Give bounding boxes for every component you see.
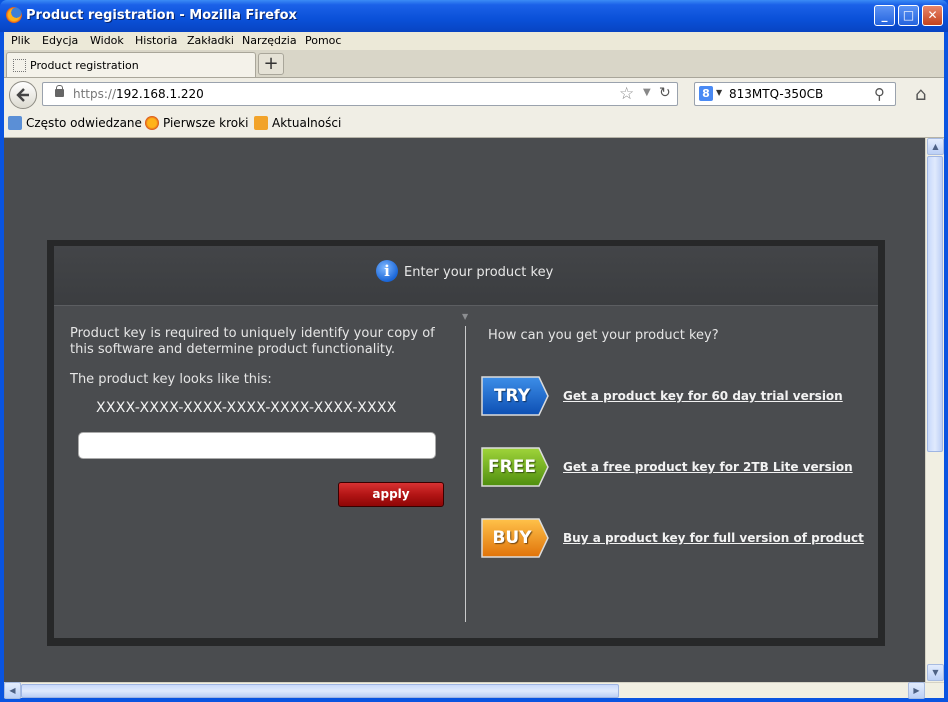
google-engine-icon[interactable]: 8 (699, 86, 713, 101)
bookmark-aktualnosci[interactable]: Aktualności (254, 116, 341, 130)
option-free: FREE Get a free product key for 2TB Lite… (481, 447, 881, 487)
registration-panel-body: i Enter your product key ▼ Product key i… (54, 246, 878, 638)
menu-bar: Plik Edycja Widok Historia Zakładki Narz… (4, 32, 944, 50)
scroll-left-icon[interactable]: ◀ (4, 682, 21, 699)
horizontal-scrollbar[interactable]: ◀ ▶ (4, 682, 944, 699)
browser-client: Plik Edycja Widok Historia Zakładki Narz… (4, 32, 944, 699)
try-badge-label: TRY (493, 386, 531, 406)
vertical-scrollbar[interactable]: ▲ ▼ (925, 138, 944, 682)
rss-feed-icon (254, 116, 268, 130)
tab-label: Product registration (30, 59, 139, 72)
menu-pomoc[interactable]: Pomoc (305, 34, 341, 47)
firefox-logo-icon (6, 7, 22, 23)
try-link[interactable]: Get a product key for 60 day trial versi… (563, 389, 843, 403)
menu-zakladki[interactable]: Zakładki (187, 34, 234, 47)
history-dropdown-icon[interactable]: ▼ (643, 87, 651, 98)
key-pattern: XXXX-XXXX-XXXX-XXXX-XXXX-XXXX-XXXX (96, 400, 397, 416)
free-link[interactable]: Get a free product key for 2TB Lite vers… (563, 460, 853, 474)
apply-button[interactable]: apply (338, 482, 444, 507)
bookmark-pierwsze-kroki[interactable]: Pierwsze kroki (145, 116, 248, 130)
back-arrow-icon (16, 88, 29, 102)
navigation-toolbar: https://192.168.1.220 ☆ ▼ ↻ 8 ▼ 813MTQ-3… (4, 78, 944, 111)
panel-title: Enter your product key (404, 265, 554, 280)
buy-link[interactable]: Buy a product key for full version of pr… (563, 531, 864, 545)
option-try: TRY Get a product key for 60 day trial v… (481, 376, 881, 416)
howto-heading: How can you get your product key? (488, 328, 719, 343)
panel-header: i Enter your product key (54, 246, 878, 306)
free-badge[interactable]: FREE (481, 447, 549, 487)
home-icon[interactable]: ⌂ (915, 84, 926, 105)
page-viewport: i Enter your product key ▼ Product key i… (4, 138, 925, 682)
info-icon: i (376, 260, 398, 282)
tab-product-registration[interactable]: Product registration (6, 52, 256, 77)
try-badge[interactable]: TRY (481, 376, 549, 416)
new-tab-button[interactable]: + (258, 53, 284, 75)
search-input[interactable]: 813MTQ-350CB (729, 87, 823, 101)
buy-badge-label: BUY (492, 528, 532, 548)
minimize-button[interactable]: _ (874, 5, 895, 26)
firefox-icon (145, 116, 159, 130)
menu-plik[interactable]: Plik (11, 34, 30, 47)
title-bar[interactable]: Product registration - Mozilla Firefox _… (0, 0, 948, 32)
bookmark-czesto-odwiedzane[interactable]: Często odwiedzane (8, 116, 142, 130)
menu-historia[interactable]: Historia (135, 34, 177, 47)
scroll-up-icon[interactable]: ▲ (927, 138, 944, 155)
smart-bookmark-icon (8, 116, 22, 130)
search-box[interactable]: 8 ▼ 813MTQ-350CB ⚲ (694, 82, 896, 106)
scroll-down-icon[interactable]: ▼ (927, 664, 944, 681)
page-favicon-icon (13, 59, 26, 72)
url-protocol: https:// (73, 87, 117, 101)
close-button[interactable]: ✕ (922, 5, 943, 26)
buy-badge[interactable]: BUY (481, 518, 549, 558)
address-bar[interactable]: https://192.168.1.220 ☆ ▼ ↻ (42, 82, 678, 106)
back-button[interactable] (9, 81, 37, 109)
tab-strip: Product registration + (4, 50, 944, 78)
column-divider (465, 326, 466, 622)
menu-edycja[interactable]: Edycja (42, 34, 78, 47)
menu-narzedzia[interactable]: Narzędzia (242, 34, 297, 47)
engine-dropdown-icon[interactable]: ▼ (716, 88, 722, 97)
address-text: https://192.168.1.220 (73, 87, 204, 101)
looks-like-label: The product key looks like this: (70, 372, 272, 387)
maximize-button[interactable]: □ (898, 5, 919, 26)
browser-window: Product registration - Mozilla Firefox _… (0, 0, 948, 702)
vertical-scroll-thumb[interactable] (927, 156, 943, 452)
menu-widok[interactable]: Widok (90, 34, 124, 47)
header-pointer-icon: ▼ (462, 312, 469, 321)
url-host: 192.168.1.220 (116, 87, 204, 101)
free-badge-label: FREE (488, 457, 536, 477)
horizontal-scroll-thumb[interactable] (21, 684, 619, 698)
window-title: Product registration - Mozilla Firefox (26, 8, 297, 23)
product-key-input[interactable] (78, 432, 436, 459)
reload-icon[interactable]: ↻ (659, 85, 671, 101)
description-text: Product key is required to uniquely iden… (70, 326, 435, 357)
registration-panel: i Enter your product key ▼ Product key i… (47, 240, 885, 646)
bookmarks-toolbar: Często odwiedzane Pierwsze kroki Aktualn… (4, 111, 944, 138)
scroll-right-icon[interactable]: ▶ (908, 682, 925, 699)
search-icon[interactable]: ⚲ (874, 85, 885, 103)
option-buy: BUY Buy a product key for full version o… (481, 518, 881, 558)
padlock-icon (55, 85, 64, 97)
bookmark-star-icon[interactable]: ☆ (619, 84, 634, 104)
